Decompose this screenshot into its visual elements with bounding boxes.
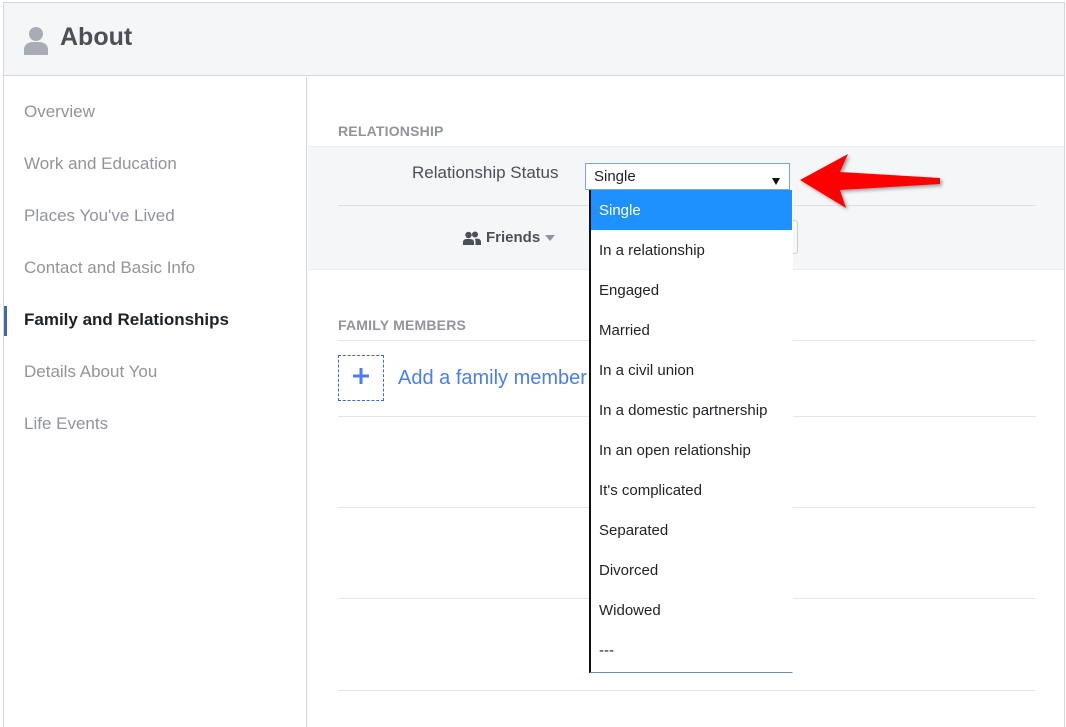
- family-section-title: FAMILY MEMBERS: [338, 317, 467, 333]
- active-nav-indicator: [4, 306, 7, 336]
- sidebar-item-details-about-you[interactable]: Details About You: [24, 362, 157, 382]
- family-divider: [338, 690, 1036, 691]
- triangle-down-icon: [772, 172, 780, 189]
- add-family-member-button[interactable]: [338, 355, 384, 401]
- privacy-selector[interactable]: Friends: [463, 229, 556, 246]
- add-family-member-link[interactable]: Add a family member: [398, 367, 587, 390]
- about-sidebar: Overview Work and Education Places You'v…: [4, 77, 307, 727]
- option-divorced[interactable]: Divorced: [591, 550, 792, 590]
- friends-icon: [463, 231, 481, 245]
- about-panel: About Overview Work and Education Places…: [3, 2, 1065, 727]
- about-content: RELATIONSHIP Relationship Status Friends: [308, 77, 1064, 727]
- red-arrow-annotation: [796, 150, 946, 219]
- select-value: Single: [594, 168, 636, 185]
- option-domestic-partnership[interactable]: In a domestic partnership: [591, 390, 792, 430]
- relationship-status-select[interactable]: Single: [585, 163, 790, 190]
- option-none[interactable]: ---: [591, 630, 792, 670]
- option-its-complicated[interactable]: It's complicated: [591, 470, 792, 510]
- privacy-label: Friends: [486, 229, 541, 246]
- sidebar-item-places-lived[interactable]: Places You've Lived: [24, 206, 175, 226]
- option-civil-union[interactable]: In a civil union: [591, 350, 792, 390]
- sidebar-item-contact-info[interactable]: Contact and Basic Info: [24, 258, 195, 278]
- option-married[interactable]: Married: [591, 310, 792, 350]
- option-engaged[interactable]: Engaged: [591, 270, 792, 310]
- option-single[interactable]: Single: [591, 190, 792, 230]
- sidebar-item-overview[interactable]: Overview: [24, 102, 95, 122]
- relationship-status-dropdown: Single In a relationship Engaged Married…: [589, 190, 793, 673]
- caret-down-icon: [545, 234, 556, 241]
- sidebar-item-life-events[interactable]: Life Events: [24, 414, 108, 434]
- sidebar-item-family-relationships[interactable]: Family and Relationships: [24, 310, 229, 330]
- option-widowed[interactable]: Widowed: [591, 590, 792, 630]
- option-separated[interactable]: Separated: [591, 510, 792, 550]
- page-title: About: [60, 23, 133, 51]
- option-open-relationship[interactable]: In an open relationship: [591, 430, 792, 470]
- user-silhouette-icon: [22, 25, 50, 55]
- option-in-a-relationship[interactable]: In a relationship: [591, 230, 792, 270]
- plus-icon: [353, 367, 369, 389]
- relationship-status-label: Relationship Status: [412, 163, 559, 182]
- about-header: About: [4, 3, 1064, 76]
- sidebar-item-work-education[interactable]: Work and Education: [24, 154, 177, 174]
- relationship-section-title: RELATIONSHIP: [338, 123, 444, 139]
